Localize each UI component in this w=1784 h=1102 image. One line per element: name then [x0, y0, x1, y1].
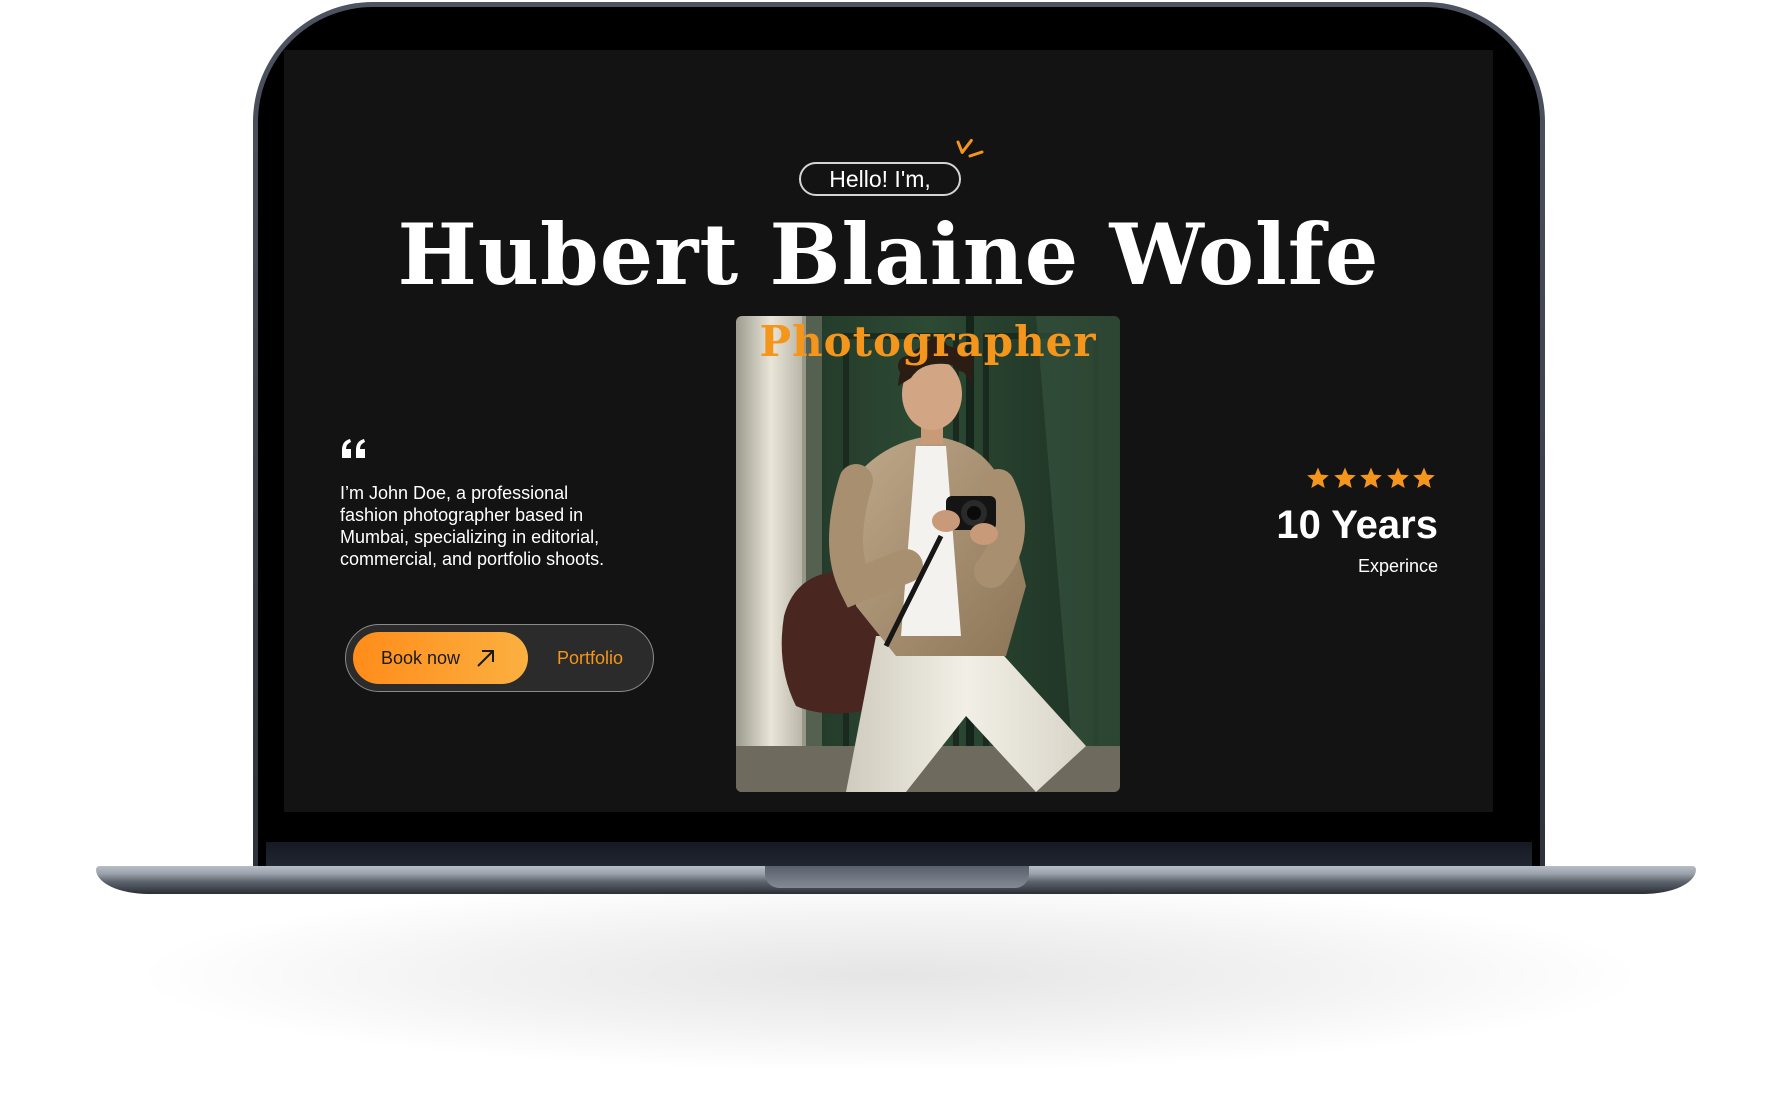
- laptop-chin: [266, 842, 1532, 866]
- rating-stars: [1306, 466, 1436, 492]
- book-now-button[interactable]: Book now: [353, 632, 528, 684]
- arrow-up-right-icon: [477, 650, 494, 667]
- experience-years: 10 Years: [1276, 503, 1438, 547]
- bio-text: I’m John Doe, a professional fashion pho…: [340, 483, 605, 569]
- book-now-label: Book now: [381, 648, 461, 668]
- laptop-screen: Hello! I'm, Hubert Blaine Wolfe Photogra…: [284, 50, 1493, 812]
- portrait-photo: [736, 316, 1120, 792]
- sparkle-icon: [956, 138, 984, 158]
- laptop-mockup: Hello! I'm, Hubert Blaine Wolfe Photogra…: [0, 0, 1784, 1102]
- hero-role: Photographer: [759, 317, 1097, 366]
- hero-name: Hubert Blaine Wolfe: [397, 205, 1380, 304]
- portrait-photo-image: [736, 316, 1120, 792]
- star-icon: [1360, 467, 1382, 488]
- experience-label: Experince: [1357, 556, 1438, 576]
- floor-shadow: [150, 880, 1630, 1070]
- star-icon: [1333, 467, 1356, 488]
- star-icon: [1386, 467, 1409, 488]
- star-icon: [1307, 467, 1329, 488]
- quote-icon: [342, 439, 365, 458]
- laptop-base-notch: [765, 866, 1029, 888]
- cta-group: Book now Portfolio: [345, 624, 654, 692]
- star-icon: [1413, 467, 1435, 488]
- portfolio-button[interactable]: Portfolio: [540, 632, 640, 684]
- greeting-pill: Hello! I'm,: [799, 162, 961, 196]
